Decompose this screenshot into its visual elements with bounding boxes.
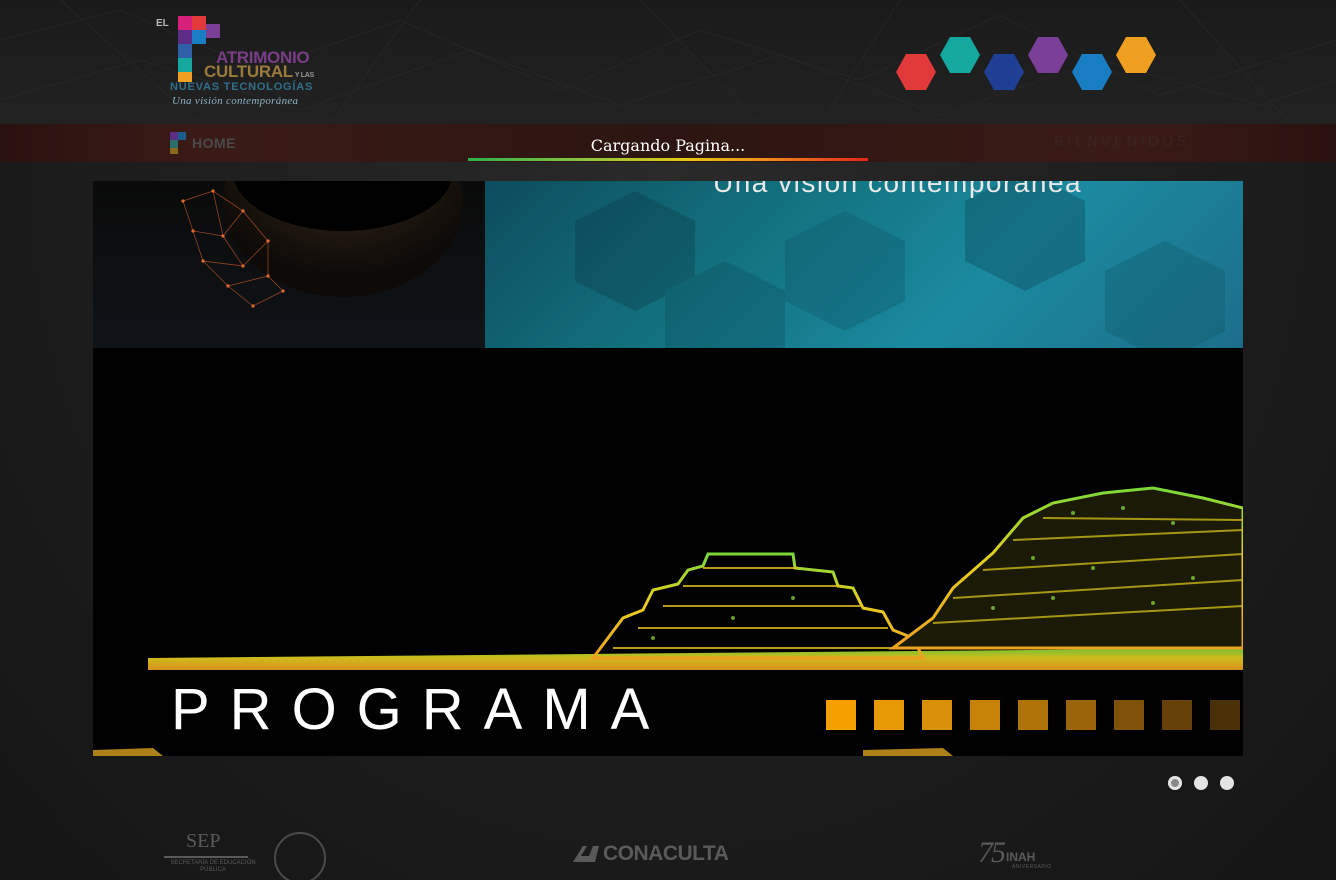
- hexagon-icon: [1072, 54, 1112, 90]
- slide-subtitle: Una visión contemporánea: [713, 181, 1083, 198]
- slide-programa-banner: PROGRAMA: [93, 348, 1243, 756]
- geometric-pattern: [575, 181, 1225, 348]
- image-slider[interactable]: Una visión contemporánea PROGRAMA: [93, 181, 1243, 756]
- mexico-seal-icon: [274, 832, 326, 880]
- color-square: [1018, 700, 1048, 730]
- slide-previous-banner: Una visión contemporánea: [93, 181, 1243, 348]
- hexagon-decoration: [894, 34, 1160, 90]
- color-square: [826, 700, 856, 730]
- header: EL ATRIMONIO CULTURAL Y LAS NUEVAS TECNOL…: [0, 0, 1336, 124]
- logo-line-2-text: CULTURAL: [204, 62, 293, 81]
- color-square: [1066, 700, 1096, 730]
- sep-logo[interactable]: SEP SECRETARÍA DE EDUCACIÓN PÚBLICA: [156, 830, 328, 880]
- home-logo-icon: [170, 132, 186, 154]
- slider-pagination: [1168, 776, 1234, 790]
- hexagon-icon: [940, 37, 980, 73]
- color-square: [874, 700, 904, 730]
- color-square: [1114, 700, 1144, 730]
- inah-label: INAH: [1006, 850, 1036, 864]
- programa-color-squares: [826, 700, 1240, 730]
- color-square: [922, 700, 952, 730]
- page: EL ATRIMONIO CULTURAL Y LAS NUEVAS TECNOL…: [0, 0, 1336, 880]
- hexagon-icon: [1116, 37, 1156, 73]
- artifact-network-graphic: [181, 181, 463, 308]
- sep-subtitle: SECRETARÍA DE EDUCACIÓN PÚBLICA: [170, 860, 256, 873]
- sep-divider: [164, 856, 248, 858]
- slider-dot-1[interactable]: [1168, 776, 1182, 790]
- hexagon-icon: [896, 54, 936, 90]
- nav-welcome-link[interactable]: BIENVENIDOS: [1054, 134, 1189, 150]
- logo-line-2-suffix: Y LAS: [294, 72, 314, 79]
- inah-subtitle: ANIVERSARIO: [1012, 864, 1052, 870]
- loading-indicator: Cargando Pagina...: [464, 134, 872, 164]
- nav-home-label: HOME: [192, 135, 236, 151]
- inah-logo[interactable]: 75 INAH ANIVERSARIO: [978, 836, 1051, 870]
- sep-title: SEP: [186, 830, 221, 852]
- color-square: [970, 700, 1000, 730]
- conaculta-mark-icon: [573, 846, 599, 862]
- slider-dot-2[interactable]: [1194, 776, 1208, 790]
- inah-number: 75: [978, 836, 1006, 869]
- loading-progress-bar: [468, 158, 868, 161]
- logo-line-2: CULTURAL Y LAS: [204, 62, 314, 82]
- slide-teal-pattern: [485, 181, 1243, 348]
- conaculta-label: CONACULTA: [603, 842, 729, 865]
- slide-artifact-image: [93, 181, 485, 348]
- footer-sponsors: SEP SECRETARÍA DE EDUCACIÓN PÚBLICA CONA…: [0, 812, 1336, 880]
- logo-tagline: Una visión contemporánea: [172, 95, 299, 107]
- site-logo[interactable]: EL ATRIMONIO CULTURAL Y LAS NUEVAS TECNOL…: [154, 14, 338, 110]
- slider-dot-3[interactable]: [1220, 776, 1234, 790]
- color-square: [1162, 700, 1192, 730]
- color-square: [1210, 700, 1240, 730]
- logo-line-3: NUEVAS TECNOLOGÍAS: [170, 81, 314, 93]
- hexagon-icon: [1028, 37, 1068, 73]
- loading-text: Cargando Pagina...: [590, 136, 746, 155]
- nav-home-link[interactable]: HOME: [168, 130, 236, 156]
- hexagon-icon: [984, 54, 1024, 90]
- conaculta-logo[interactable]: CONACULTA: [573, 842, 729, 866]
- programa-title: PROGRAMA: [171, 677, 670, 742]
